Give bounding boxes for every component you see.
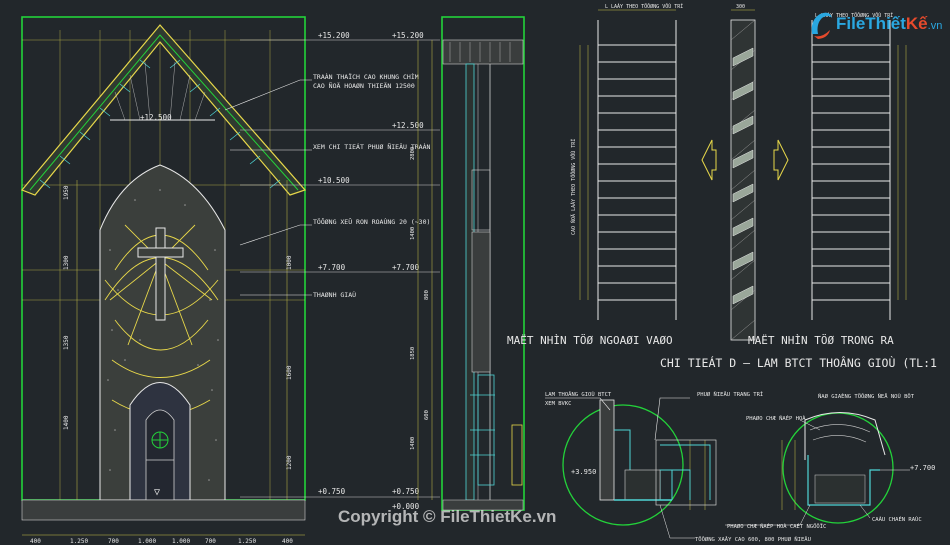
dim-label: 1.000 xyxy=(172,538,190,545)
view-title-inside: MAËT NHÌN TÖØ TRONG RA xyxy=(748,334,894,347)
svg-text:1300: 1300 xyxy=(63,255,70,270)
dim-label: 700 xyxy=(108,538,119,545)
dim-label: 1.250 xyxy=(70,538,88,545)
dim-label: 1.000 xyxy=(138,538,156,545)
elevation-mark: +15.200 xyxy=(318,31,350,40)
svg-text:1950: 1950 xyxy=(63,185,70,200)
louver-height-note: CAO ÑOÄ LAÁY THEO TÖÔØNG VÔÙ TRÍ xyxy=(569,139,577,235)
annotation-trash-guard: CAÀU CHAÉN RAÙC xyxy=(872,515,922,523)
elevation-mark: +12.500 xyxy=(392,121,424,130)
louver-section: 300 xyxy=(730,4,756,341)
annotation-ceiling: TRAÀN THAÏCH CAO KHUNG CHÌM xyxy=(313,72,419,81)
annotation-louver: LAM THOÂNG GIOÙ BTCT xyxy=(545,391,612,398)
svg-text:800: 800 xyxy=(424,290,430,300)
detail-title: CHI TIEÁT D – LAM BTCT THOÂNG GIOÙ (TL:1 xyxy=(660,355,937,370)
foundation-base xyxy=(21,499,306,521)
louver-width-note-left: L LAÁY THEO TÖÔØNG VÔÙ TRÍ xyxy=(605,2,683,10)
section-parapet xyxy=(442,39,524,65)
svg-text:2800: 2800 xyxy=(410,147,416,160)
elevation-mark: +7.700 xyxy=(318,263,346,272)
annotation-wall-relief: TÖÔØNG XEÛ RON ROAÙNG 20 (~30) xyxy=(313,217,430,226)
dim-label: 400 xyxy=(30,538,41,545)
elevation-mark: +0.750 xyxy=(318,487,346,496)
detail-level-right: +7.700 xyxy=(910,464,935,472)
elevation-mark: +10.500 xyxy=(318,176,350,185)
svg-text:1350: 1350 xyxy=(63,335,70,350)
section-mark: ▽ xyxy=(154,487,160,498)
elevation-mark: +0.750 xyxy=(392,487,420,496)
logo-tld: .vn xyxy=(927,20,943,32)
svg-text:1000: 1000 xyxy=(286,255,293,270)
svg-text:1850: 1850 xyxy=(410,347,416,360)
svg-text:1400: 1400 xyxy=(410,227,416,240)
svg-text:1400: 1400 xyxy=(63,415,70,430)
view-title-outside: MAËT NHÌN TÖØ NGOAØI VAØO xyxy=(507,334,673,347)
site-logo: FileThiếtKế.vn xyxy=(808,8,950,42)
svg-text:1200: 1200 xyxy=(286,455,293,470)
svg-text:1400: 1400 xyxy=(410,437,416,450)
annotation-reverse-molding: PHAØO CHÆ ÑAÉP HOÀ CAÉT NGÖÔÏC xyxy=(727,522,826,530)
dim-label: 700 xyxy=(205,538,216,545)
annotation-molding: PHAØO CHÆ ÑAÉP HOÀ xyxy=(746,414,806,422)
logo-brand: File xyxy=(836,14,866,33)
elevation-mark: +15.200 xyxy=(392,31,424,40)
annotation-see-structure: XEM BVKC xyxy=(545,401,572,407)
dim-label: 400 xyxy=(282,538,293,545)
louver-section-dim: 300 xyxy=(736,4,745,10)
detail-level-left: +3.950 xyxy=(571,468,596,476)
copyright-watermark: Copyright © FileThietKe.vn xyxy=(338,507,557,526)
logo-text: FileThiếtKế.vn xyxy=(836,14,942,34)
annotation-ceiling-level: CAO ÑOÄ HOAØN THIEÄN 12500 xyxy=(313,81,415,90)
annotation-tie-beam: ÑAØ GIAÈNG TÖÔØNG ÑEÅ NOÙ BÔT xyxy=(818,392,915,400)
svg-text:1600: 1600 xyxy=(286,365,293,380)
annotation-cornice: THAØNH GIAÙ xyxy=(313,290,356,299)
cad-drawing-canvas: ▽ 1950 1300 1350 1400 1000 1600 1200 400… xyxy=(0,0,950,545)
svg-text:600: 600 xyxy=(424,410,430,420)
dim-label: 1.250 xyxy=(238,538,256,545)
logo-accent: Kế xyxy=(905,14,928,33)
logo-mid: Thiết xyxy=(865,14,906,33)
elevation-mark: +12.500 xyxy=(140,113,172,122)
annotation-parapet-wall: TÖÔØNG XAÂY CAO 600, 800 PHUØ ÑIEÂU xyxy=(695,536,811,543)
elevation-mark: +7.700 xyxy=(392,263,420,272)
annotation-relief: PHUØ ÑIEÂU TRANG TRÍ xyxy=(697,390,763,398)
logo-icon xyxy=(811,12,832,39)
